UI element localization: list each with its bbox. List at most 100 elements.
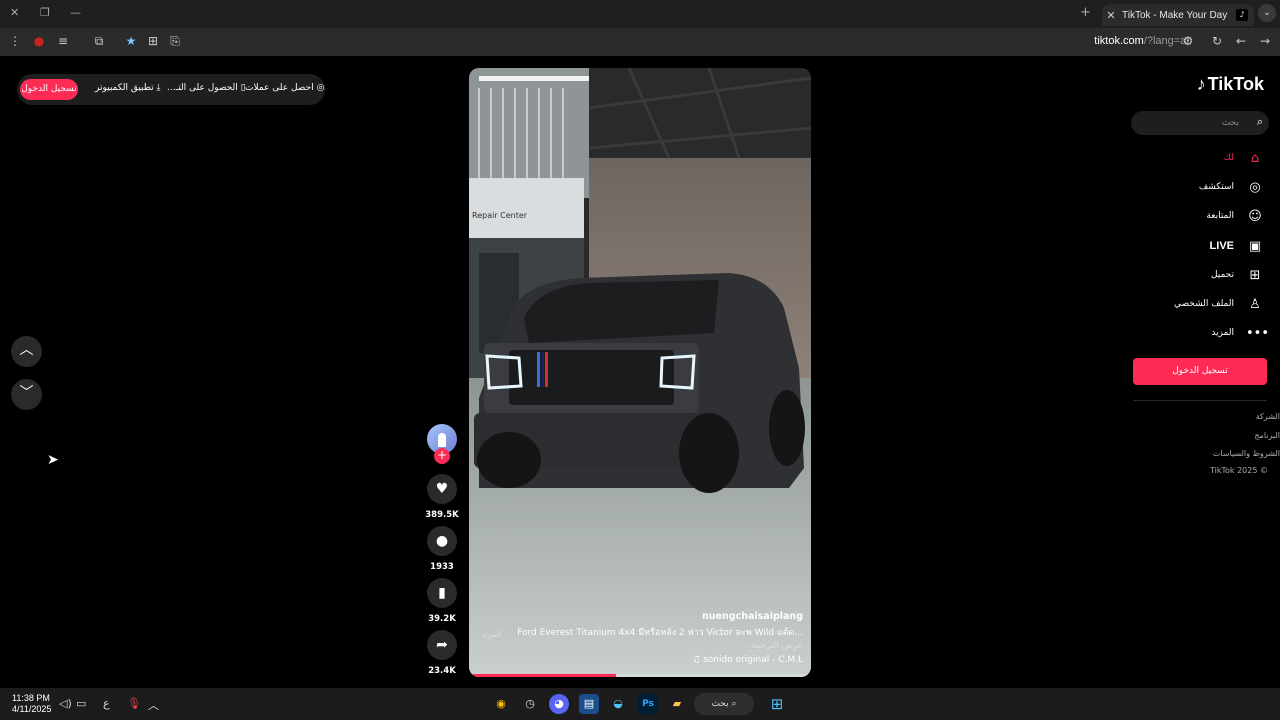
minimize-window-icon[interactable]: — xyxy=(70,6,81,19)
footer-company-link[interactable]: الشركة xyxy=(1256,412,1280,421)
heart-icon: ♥ xyxy=(435,481,449,497)
chevron-down-icon: ﹀ xyxy=(19,385,34,401)
bookmark-star-icon[interactable]: ★ xyxy=(123,34,139,48)
comment-button[interactable]: ● xyxy=(427,526,457,556)
nav-label: المتابعة xyxy=(1206,211,1234,221)
edge-app-icon[interactable]: ◒ xyxy=(608,694,628,714)
share-button[interactable]: ➦ xyxy=(427,630,457,660)
get-app-link[interactable]: ▯ الحصول على التـ... xyxy=(167,83,246,93)
network-icon[interactable]: ▭ xyxy=(76,697,86,710)
extensions-icon[interactable]: ⧉ xyxy=(91,34,107,49)
desktop-app-label: تطبيق الكمبيوتر xyxy=(95,83,154,93)
tab-close-icon[interactable]: ✕ xyxy=(1102,9,1120,22)
next-video-button[interactable]: ﹀ xyxy=(11,379,42,410)
close-window-icon[interactable]: ✕ xyxy=(10,6,19,19)
save-button[interactable]: ▮ xyxy=(427,578,457,608)
mouse-cursor-icon: ➤ xyxy=(47,452,59,468)
video-progress-fill xyxy=(469,674,617,677)
search-box[interactable]: ⌕ xyxy=(1131,111,1269,135)
translate-page-icon[interactable]: ⊞ xyxy=(145,34,161,48)
new-tab-button[interactable]: + xyxy=(1080,5,1091,20)
download-icon: ⤓ xyxy=(156,83,161,93)
video-sound[interactable]: ♫ sonido original - C.M.L xyxy=(692,655,803,665)
cast-icon[interactable]: ⎘ xyxy=(167,34,183,49)
chevron-up-icon: ︿ xyxy=(19,342,34,358)
tray-chevron-up-icon[interactable]: ︿ xyxy=(148,697,159,713)
tiktok-page: تسجيل الدخول ⤓ تطبيق الكمبيوتر ▯ الحصول … xyxy=(0,56,1280,688)
nav-upload[interactable]: ⊞ تحميل xyxy=(1114,264,1264,286)
site-settings-icon[interactable]: ⚙ xyxy=(1180,34,1196,48)
coin-icon: ◎ xyxy=(316,83,325,93)
nav-label: المزيد xyxy=(1211,328,1234,338)
top-action-bar: تسجيل الدخول ⤓ تطبيق الكمبيوتر ▯ الحصول … xyxy=(17,74,325,105)
share-arrow-icon: ➦ xyxy=(436,637,448,653)
clock-app-icon[interactable]: ◷ xyxy=(520,694,540,714)
svg-text:Repair Center: Repair Center xyxy=(472,211,528,220)
taskbar-search-label: بحث xyxy=(711,699,729,709)
footer-program-link[interactable]: البرنامج xyxy=(1254,431,1280,440)
following-user-icon: ☺ xyxy=(1248,208,1262,224)
discord-app-icon[interactable]: ◕ xyxy=(549,694,569,714)
previous-video-button[interactable]: ︿ xyxy=(11,336,42,367)
nav-explore[interactable]: ◎ استكشف xyxy=(1114,176,1264,198)
restore-window-icon[interactable]: ❐ xyxy=(40,6,50,19)
nav-label: تحميل xyxy=(1210,270,1234,280)
search-icon[interactable]: ⌕ xyxy=(1257,115,1263,129)
desktop-app-link[interactable]: ⤓ تطبيق الكمبيوتر xyxy=(95,83,161,93)
windows-taskbar: 11:38 PM 4/11/2025 ◁) ▭ ع 🎙 ︿ ◉ ◷ ◕ ▤ ◒ … xyxy=(0,688,1280,720)
chrome-app-icon[interactable]: ◉ xyxy=(491,694,511,714)
footer-terms-link[interactable]: الشروط والسياسات xyxy=(1213,449,1280,458)
video-author[interactable]: nuengchaisaiplang xyxy=(702,611,803,622)
nav-profile[interactable]: ♙ الملف الشخصي xyxy=(1114,293,1264,315)
video-progress-bar[interactable] xyxy=(469,674,811,677)
get-app-label: الحصول على التـ... xyxy=(167,83,238,93)
search-input[interactable] xyxy=(1139,115,1239,131)
logo-text: TikTok xyxy=(1207,74,1264,94)
input-language[interactable]: ع xyxy=(103,697,110,710)
profile-avatar-icon[interactable]: ● xyxy=(31,34,47,48)
sidebar-login-button[interactable]: تسجيل الدخول xyxy=(1133,358,1267,385)
windows-start-icon[interactable]: ⊞ xyxy=(767,694,787,714)
reading-list-icon[interactable]: ≡ xyxy=(55,34,71,48)
show-translation-link[interactable]: عرض الترجمة xyxy=(750,641,803,651)
top-login-button[interactable]: تسجيل الدخول xyxy=(20,79,78,100)
tiktok-note-icon: ♪ xyxy=(1196,74,1206,94)
nav-label: استكشف xyxy=(1198,182,1234,192)
like-button[interactable]: ♥ xyxy=(427,474,457,504)
comment-count: 1933 xyxy=(430,562,454,572)
tab-search-chevron-icon[interactable]: ⌄ xyxy=(1258,4,1276,22)
taskbar-search[interactable]: بحث ⌕ xyxy=(694,693,754,715)
nav-label: لك xyxy=(1223,153,1234,163)
microphone-icon[interactable]: 🎙 xyxy=(127,697,141,710)
browser-toolbar: ⋮ ● ≡ ⧉ ★ ⊞ ⎘ tiktok.com/?lang=ar ⚙ ↻ ← … xyxy=(0,28,1280,56)
more-dots-icon: ••• xyxy=(1246,325,1270,341)
footer-copyright: TikTok 2025 © xyxy=(1210,466,1268,475)
nav-for-you[interactable]: ⌂ لك xyxy=(1114,147,1264,169)
get-coins-link[interactable]: ◎ احصل على عملات xyxy=(245,83,324,93)
tiktok-favicon-icon: ♪ xyxy=(1236,9,1248,21)
address-bar[interactable]: tiktok.com/?lang=ar xyxy=(1094,35,1190,47)
follow-plus-icon[interactable]: + xyxy=(434,448,450,464)
nav-more[interactable]: ••• المزيد xyxy=(1114,322,1270,344)
share-count: 23.4K xyxy=(428,666,456,676)
browser-tab[interactable]: ✕ TikTok - Make Your Day ♪ xyxy=(1102,4,1254,26)
tiktok-logo[interactable]: ♪ TikTok xyxy=(1197,74,1264,95)
back-arrow-icon[interactable]: ← xyxy=(1233,34,1249,48)
forward-arrow-icon[interactable]: → xyxy=(1257,34,1273,48)
file-explorer-icon[interactable]: ▰ xyxy=(667,694,687,714)
desktop-app-icon[interactable]: ▤ xyxy=(579,694,599,714)
taskbar-time: 11:38 PM xyxy=(12,693,50,703)
caption-more-link[interactable]: المزيد xyxy=(481,630,501,639)
photoshop-app-icon[interactable]: Ps xyxy=(638,694,658,714)
taskbar-clock[interactable]: 11:38 PM 4/11/2025 xyxy=(12,693,51,715)
upload-plus-icon: ⊞ xyxy=(1249,267,1261,283)
browser-menu-icon[interactable]: ⋮ xyxy=(7,34,23,48)
video-player[interactable]: Repair Center nuengchaisaiplang Ford Eve… xyxy=(469,68,811,677)
reload-icon[interactable]: ↻ xyxy=(1209,34,1225,48)
nav-label: الملف الشخصي xyxy=(1174,299,1234,309)
volume-icon[interactable]: ◁) xyxy=(59,697,72,710)
nav-following[interactable]: ☺ المتابعة xyxy=(1114,205,1264,227)
nav-live[interactable]: ▣ LIVE xyxy=(1114,235,1264,257)
bookmark-icon: ▮ xyxy=(438,585,446,601)
like-count: 389.5K xyxy=(425,510,459,520)
